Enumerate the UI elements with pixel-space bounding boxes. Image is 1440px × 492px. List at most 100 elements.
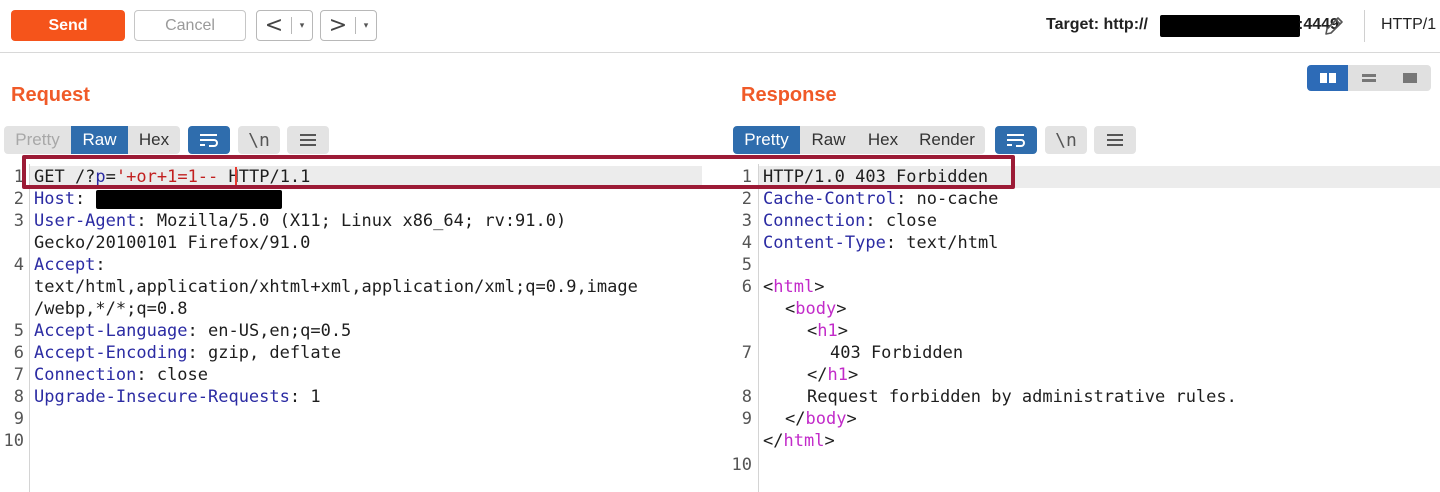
request-line-accept-encoding[interactable]: Accept-Encoding: gzip, deflate — [34, 342, 341, 364]
tab-hex[interactable]: Hex — [128, 126, 180, 154]
html-close-tag[interactable]: </html> — [763, 430, 835, 452]
request-title: Request — [11, 84, 90, 106]
annotation-highlight-box — [22, 155, 1015, 189]
response-line-connection[interactable]: Connection: close — [763, 210, 937, 232]
header-value: : close — [865, 211, 938, 231]
header-key: Accept-Language — [34, 321, 188, 341]
single-pane-icon[interactable] — [1389, 65, 1431, 91]
line-number: 5 — [13, 321, 24, 341]
header-key: Upgrade-Insecure-Requests — [34, 387, 290, 407]
tab-hex[interactable]: Hex — [857, 126, 909, 154]
header-value: : text/html — [885, 233, 999, 253]
http-version-toggle[interactable]: HTTP/1 — [1381, 16, 1436, 34]
header-key: User-Agent — [34, 211, 137, 231]
request-line-user-agent-cont[interactable]: Gecko/20100101 Firefox/91.0 — [34, 232, 310, 254]
response-view-tabs: Pretty Raw Hex Render — [733, 126, 985, 154]
chevron-down-icon[interactable]: ▾ — [292, 20, 312, 31]
request-view-tabs: Pretty Raw Hex — [4, 126, 180, 154]
header-key: Accept-Encoding — [34, 343, 188, 363]
request-line-accept-cont[interactable]: /webp,*/*;q=0.8 — [34, 298, 188, 320]
tag-name: body — [795, 299, 837, 319]
header-value: : close — [136, 365, 209, 385]
line-number: 4 — [13, 255, 24, 275]
header-separator: : — [95, 255, 106, 275]
hamburger-menu-icon — [1107, 134, 1123, 146]
history-back-button[interactable]: < ▾ — [256, 10, 313, 41]
header-value: : 1 — [289, 387, 321, 407]
split-vertical-icon[interactable] — [1348, 65, 1390, 91]
tag-name: h1 — [817, 321, 838, 341]
line-number: 5 — [741, 255, 752, 275]
tab-pretty[interactable]: Pretty — [733, 126, 800, 154]
send-button[interactable]: Send — [11, 10, 125, 41]
angle-bracket: > — [837, 321, 848, 341]
angle-bracket: > — [814, 277, 825, 297]
line-number: 2 — [741, 189, 752, 209]
newline-toggle-button[interactable]: \n — [1045, 126, 1087, 154]
redacted-host — [96, 190, 282, 209]
tab-pretty[interactable]: Pretty — [4, 126, 71, 154]
tab-raw[interactable]: Raw — [71, 126, 128, 154]
tab-raw[interactable]: Raw — [800, 126, 857, 154]
cancel-button[interactable]: Cancel — [134, 10, 246, 41]
h1-open-tag[interactable]: <h1> — [807, 320, 848, 342]
line-number: 4 — [741, 233, 752, 253]
request-line-user-agent[interactable]: User-Agent: Mozilla/5.0 (X11; Linux x86_… — [34, 210, 566, 232]
h1-close-tag[interactable]: </h1> — [807, 364, 858, 386]
word-wrap-icon — [1007, 134, 1025, 147]
header-key: Content-Type — [763, 233, 886, 253]
angle-bracket: </ — [785, 409, 806, 429]
history-forward-button[interactable]: > ▾ — [320, 10, 377, 41]
body-text[interactable]: Request forbidden by administrative rule… — [807, 386, 1237, 408]
line-number: 10 — [731, 455, 752, 475]
request-line-accept[interactable]: Accept: — [34, 254, 106, 276]
angle-bracket: > — [847, 365, 859, 385]
header-key: Host — [34, 189, 75, 209]
newline-toggle-button[interactable]: \n — [238, 126, 280, 154]
request-gutter — [29, 164, 30, 492]
word-wrap-button[interactable] — [188, 126, 230, 154]
chevron-down-icon[interactable]: ▾ — [356, 20, 376, 31]
body-open-tag[interactable]: <body> — [785, 298, 846, 320]
request-line-accept-language[interactable]: Accept-Language: en-US,en;q=0.5 — [34, 320, 351, 342]
word-wrap-icon — [200, 134, 218, 147]
angle-bracket: < — [763, 277, 774, 297]
angle-bracket: > — [824, 431, 835, 451]
html-open-tag[interactable]: <html> — [763, 276, 824, 298]
response-gutter — [758, 164, 759, 492]
chevron-left-icon: < — [264, 12, 284, 38]
split-horizontal-icon[interactable] — [1307, 65, 1349, 91]
header-value: : en-US,en;q=0.5 — [187, 321, 352, 341]
line-number: 6 — [741, 277, 752, 297]
line-number: 3 — [741, 211, 752, 231]
angle-bracket: </ — [807, 365, 828, 385]
word-wrap-button[interactable] — [995, 126, 1037, 154]
response-line-content-type[interactable]: Content-Type: text/html — [763, 232, 998, 254]
line-number: 2 — [13, 189, 24, 209]
h1-text[interactable]: 403 Forbidden — [830, 342, 963, 364]
tag-name: h1 — [827, 365, 848, 385]
request-line-upgrade-insecure[interactable]: Upgrade-Insecure-Requests: 1 — [34, 386, 321, 408]
hamburger-menu-icon — [300, 134, 316, 146]
line-number: 10 — [3, 431, 24, 451]
request-menu-button[interactable] — [287, 126, 329, 154]
request-line-accept-cont[interactable]: text/html,application/xhtml+xml,applicat… — [34, 276, 638, 298]
line-number: 1 — [13, 167, 24, 187]
body-close-tag[interactable]: </body> — [785, 408, 857, 430]
response-line-cache-control[interactable]: Cache-Control: no-cache — [763, 188, 998, 210]
line-number: 3 — [13, 211, 24, 231]
tab-render[interactable]: Render — [909, 126, 985, 154]
response-title: Response — [741, 84, 837, 106]
request-line-connection[interactable]: Connection: close — [34, 364, 208, 386]
toolbar: Send Cancel < ▾ > ▾ Target: http:// :444… — [0, 0, 1440, 53]
line-number: 7 — [13, 365, 24, 385]
header-value: : Mozilla/5.0 (X11; Linux x86_64; rv:91.… — [136, 211, 567, 231]
line-number: 9 — [13, 409, 24, 429]
layout-switch — [1307, 65, 1431, 91]
request-line-host[interactable]: Host: — [34, 188, 95, 210]
angle-bracket: < — [807, 321, 818, 341]
redacted-host — [1160, 15, 1300, 37]
response-menu-button[interactable] — [1094, 126, 1136, 154]
angle-bracket: </ — [763, 431, 784, 451]
pencil-icon[interactable] — [1322, 14, 1346, 38]
